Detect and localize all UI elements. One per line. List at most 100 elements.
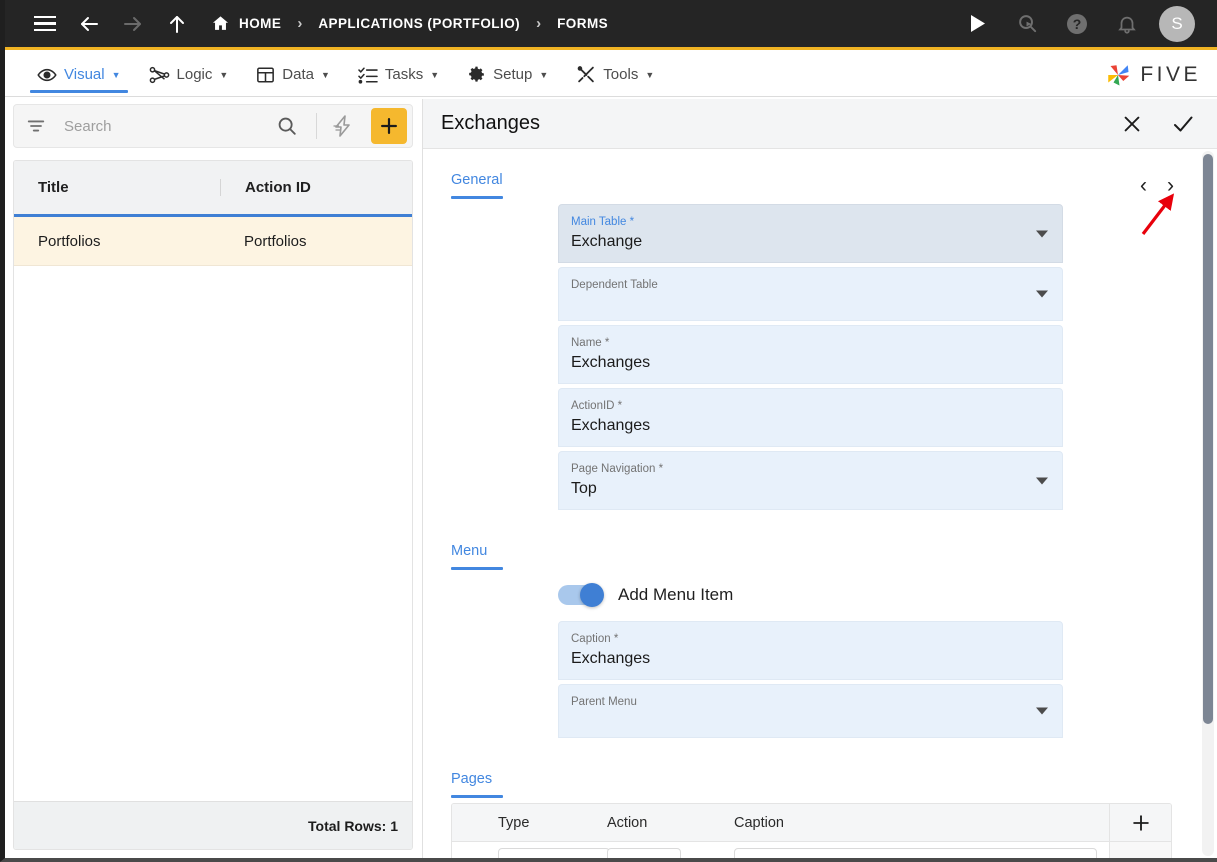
hamburger-menu-icon[interactable] [27,6,63,42]
field-action-id[interactable]: ActionID * Exchanges [558,388,1063,447]
breadcrumb-home[interactable]: HOME [211,14,281,33]
five-pinwheel-icon [1103,60,1133,90]
dropdown-arrow-icon[interactable] [1036,290,1048,298]
pager-next-button[interactable]: › [1167,175,1174,196]
play-icon[interactable] [959,6,995,42]
breadcrumb-separator: › [297,15,303,32]
menu-item-setup-label: Setup [493,66,533,83]
table-row[interactable]: Portfolios Portfolios [14,217,412,266]
gear-icon [467,65,486,84]
pages-cell-action [607,848,712,858]
menu-item-data-label: Data [282,66,314,83]
back-arrow-icon[interactable] [71,6,107,42]
vertical-scrollbar[interactable] [1202,151,1214,856]
five-logo: FIVE [1103,60,1201,90]
five-wordmark: FIVE [1140,62,1201,86]
section-label-menu[interactable]: Menu [451,543,504,575]
pages-caption-input[interactable]: General [734,848,1097,858]
field-label-name: Name * [571,337,610,349]
field-main-table[interactable]: Main Table * Exchange [558,204,1063,263]
field-value-caption: Exchanges [571,650,651,667]
field-label-parent-menu: Parent Menu [571,696,637,708]
field-caption[interactable]: Caption * Exchanges [558,621,1063,680]
search-icon[interactable] [276,115,298,137]
up-arrow-icon[interactable] [159,6,195,42]
column-header-action-id[interactable]: Action ID [220,179,412,196]
menu-item-tools[interactable]: Tools ▼ [562,53,668,96]
scrollbar-thumb[interactable] [1203,154,1213,724]
pages-table-row: Form General [452,842,1171,858]
search-input[interactable] [54,116,268,136]
top-navigation-bar: HOME › APPLICATIONS (PORTFOLIO) › FORMS … [5,0,1217,50]
pages-table-header: Type Action Caption [452,804,1171,842]
pages-column-caption: Caption [734,814,784,831]
pager-prev-button[interactable]: ‹ [1140,175,1147,196]
chevron-down-icon: ▼ [430,70,440,80]
svg-text:?: ? [1073,16,1082,32]
chevron-down-icon: ▼ [219,70,229,80]
pages-column-action: Action [607,814,648,831]
grid-header-row: Title Action ID [14,161,412,217]
search-bar [13,104,413,148]
section-label-general[interactable]: General [451,172,503,204]
menu-item-data[interactable]: Data ▼ [242,53,344,96]
menu-item-logic[interactable]: Logic ▼ [135,53,243,96]
divider [316,113,317,139]
field-page-navigation[interactable]: Page Navigation * Top [558,451,1063,510]
bell-icon[interactable] [1109,6,1145,42]
column-header-title[interactable]: Title [14,179,220,196]
menu-item-visual[interactable]: Visual ▼ [23,53,135,96]
menu-fields: Caption * Exchanges Parent Menu [558,621,1063,738]
form-content: ‹ › General Main Table * Exchange Depend… [423,149,1200,858]
breadcrumb-separator: › [536,15,542,32]
page-title: Exchanges [441,112,540,134]
pages-action-select[interactable] [607,848,681,858]
lightning-bolt-icon[interactable] [331,114,355,138]
menu-item-visual-label: Visual [64,66,105,83]
form-panel-actions [1121,112,1195,136]
dropdown-arrow-icon[interactable] [1036,230,1048,237]
application-window: HOME › APPLICATIONS (PORTFOLIO) › FORMS … [0,0,1217,862]
pages-column-type: Type [498,814,530,831]
dropdown-arrow-icon[interactable] [1036,707,1048,715]
eye-icon [37,67,57,83]
form-scroll-area: ‹ › General Main Table * Exchange Depend… [423,149,1217,858]
menu-item-tasks[interactable]: Tasks ▼ [344,53,453,96]
breadcrumb-item-applications[interactable]: APPLICATIONS (PORTFOLIO) [318,16,520,31]
close-x-icon[interactable] [1121,113,1143,135]
section-label-pages[interactable]: Pages [451,771,504,803]
add-menu-item-row: Add Menu Item [558,575,1200,621]
checkmark-icon[interactable] [1171,112,1195,136]
breadcrumb-item-forms[interactable]: FORMS [557,16,608,31]
chevron-down-icon: ▼ [111,70,121,80]
field-dependent-table[interactable]: Dependent Table [558,267,1063,321]
home-icon [211,14,230,33]
pages-type-select[interactable]: Form [498,848,610,858]
question-circle-icon[interactable]: ? [1059,6,1095,42]
tools-icon [576,65,596,84]
menu-item-setup[interactable]: Setup ▼ [453,53,562,96]
left-list-panel: Title Action ID Portfolios Portfolios To… [13,104,413,850]
grid-body: Portfolios Portfolios [14,217,412,801]
dropdown-arrow-icon[interactable] [1036,477,1048,484]
field-label-main-table: Main Table * [571,216,635,228]
avatar[interactable]: S [1159,5,1195,42]
add-menu-item-toggle[interactable] [558,583,604,607]
search-magnifier-icon[interactable] [1009,6,1045,42]
pages-table: Type Action Caption Form [451,803,1172,858]
form-detail-panel: Exchanges ‹ › General Main Table * Excha… [422,99,1217,858]
field-label-action-id: ActionID * [571,400,623,412]
filter-icon[interactable] [26,116,46,136]
pages-add-row-button[interactable] [1109,804,1171,841]
breadcrumb-item-home[interactable]: HOME [239,16,281,31]
logic-nodes-icon [149,66,170,84]
add-record-button[interactable] [371,108,407,144]
chevron-down-icon: ▼ [645,70,655,80]
chevron-down-icon: ▼ [320,70,330,80]
field-name[interactable]: Name * Exchanges [558,325,1063,384]
grid-footer: Total Rows: 1 [14,801,412,849]
pages-row-spacer [1109,842,1171,858]
field-parent-menu[interactable]: Parent Menu [558,684,1063,738]
field-value-main-table: Exchange [571,233,643,250]
forward-arrow-icon[interactable] [115,6,151,42]
